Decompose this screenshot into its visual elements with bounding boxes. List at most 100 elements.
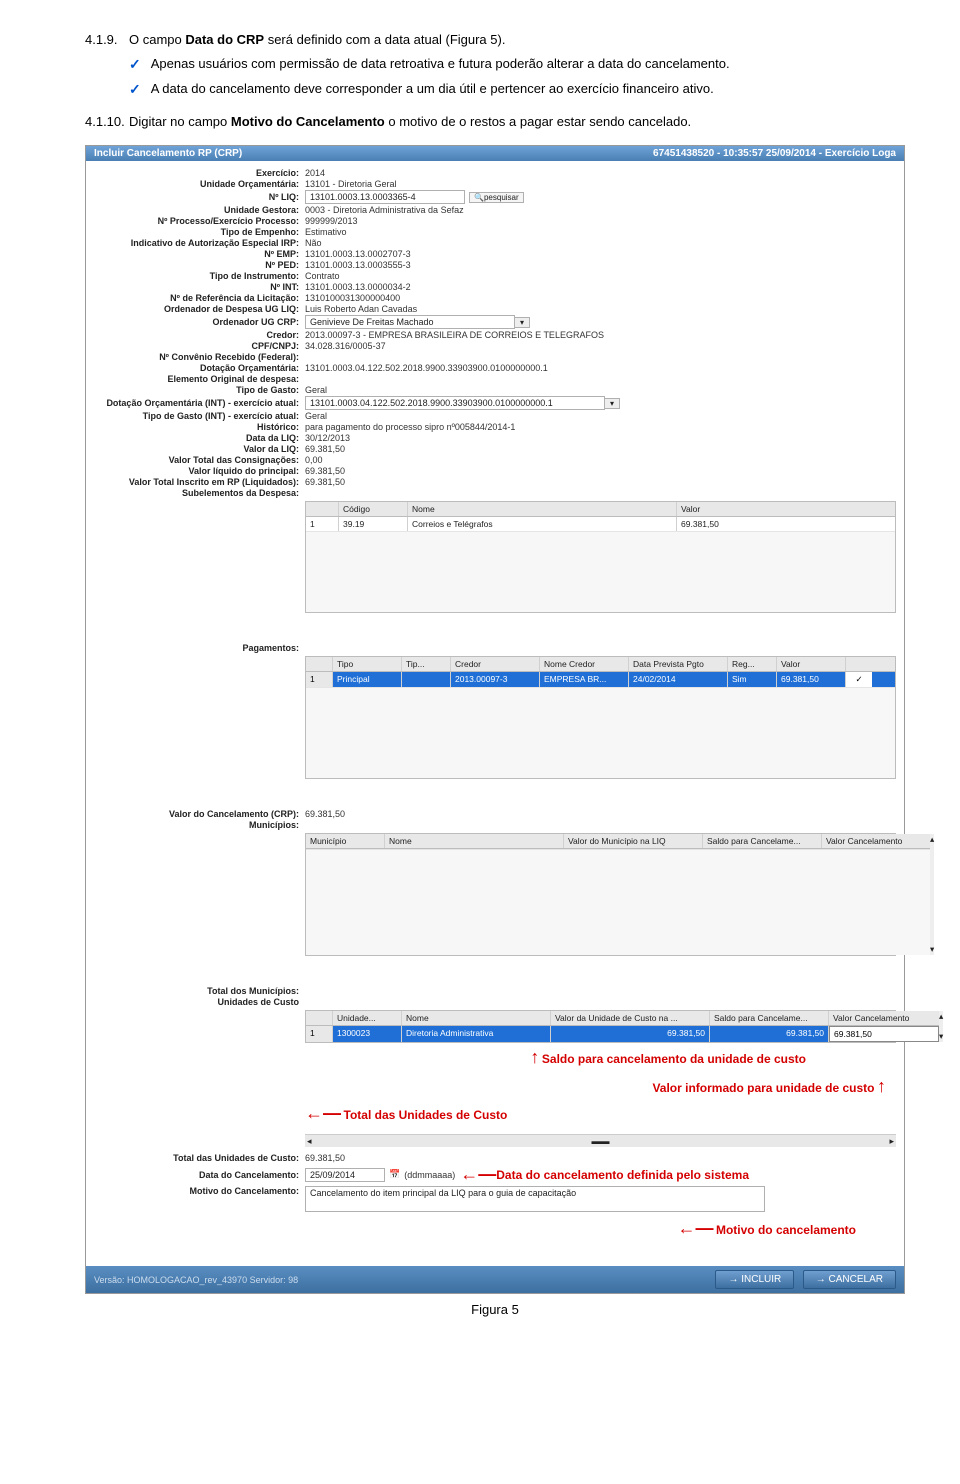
val-totuc: 69.381,50	[305, 1153, 345, 1163]
lbl-ug: Unidade Gestora:	[94, 205, 305, 215]
grid-subelementos: Código Nome Valor 1 39.19 Correios e Tel…	[305, 501, 896, 613]
val-nint: 13101.0003.13.0000034-2	[305, 282, 411, 292]
gh: Tip...	[402, 657, 451, 671]
bullet1-text: Apenas usuários com permissão de data re…	[151, 54, 730, 75]
textarea-motivo[interactable]: Cancelamento do item principal da LIQ pa…	[305, 1186, 765, 1212]
val-ordugliq: Luis Roberto Adan Cavadas	[305, 304, 417, 314]
val-tipogastoint: Geral	[305, 411, 327, 421]
bullet-1: ✓ Apenas usuários com permissão de data r…	[85, 54, 905, 75]
select-dotorcint[interactable]: 13101.0003.04.122.502.2018.9900.33903900…	[305, 396, 605, 410]
annot-saldo: ↑ Saldo para cancelamento da unidade de …	[305, 1047, 896, 1068]
lbl-tipoemp: Tipo de Empenho:	[94, 227, 305, 237]
annot-motivo: ←— Motivo do cancelamento	[94, 1218, 896, 1239]
grid-municipios: Município Nome Valor do Município na LIQ…	[305, 833, 896, 956]
gh: Credor	[451, 657, 540, 671]
gh: Valor	[677, 502, 805, 516]
lbl-valcrp: Valor do Cancelamento (CRP):	[94, 809, 305, 819]
lbl-pagamentos: Pagamentos:	[94, 643, 305, 653]
val-reflic: 1310100031300000400	[305, 293, 400, 303]
annot-data: Data do cancelamento definida pelo siste…	[496, 1168, 749, 1182]
table-row-selected[interactable]: 1 1300023 Diretoria Administrativa 69.38…	[306, 1026, 939, 1042]
gh: Valor Cancelamento	[822, 834, 930, 848]
scrollbar-v[interactable]: ▴▾	[939, 1011, 943, 1042]
lbl-valtotrp: Valor Total Inscrito em RP (Liquidados):	[94, 477, 305, 487]
scrollbar-v[interactable]: ▴▾	[930, 834, 934, 955]
table-row[interactable]: 1 39.19 Correios e Telégrafos 69.381,50	[306, 517, 895, 531]
lbl-indaut: Indicativo de Autorização Especial IRP:	[94, 238, 305, 248]
t2b: Motivo do Cancelamento	[231, 114, 385, 129]
sec-num: 4.1.9.	[85, 30, 129, 50]
lbl-hist: Histórico:	[94, 422, 305, 432]
val-exercicio: 2014	[305, 168, 325, 178]
gc: 2013.00097-3	[451, 672, 540, 687]
incluir-button[interactable]: → INCLUIR	[715, 1270, 794, 1289]
dropdown-icon[interactable]: ▾	[514, 317, 530, 328]
lbl-proc: Nº Processo/Exercício Processo:	[94, 216, 305, 226]
val-credor: 2013.00097-3 - EMPRESA BRASILEIRA DE COR…	[305, 330, 604, 340]
para-2: Digitar no campo Motivo do Cancelamento …	[129, 112, 691, 132]
lbl-valconsig: Valor Total das Consignações:	[94, 455, 305, 465]
input-liq[interactable]: 13101.0003.13.0003365-4	[305, 190, 465, 204]
gc: 1	[306, 672, 333, 687]
grid-unidadescusto: Unidade... Nome Valor da Unidade de Cust…	[305, 1010, 896, 1043]
gc: 69.381,50	[710, 1026, 829, 1042]
grid-pagamentos: Tipo Tip... Credor Nome Credor Data Prev…	[305, 656, 896, 779]
val-valliqprinc: 69.381,50	[305, 466, 345, 476]
input-valor-cancel[interactable]: 69.381,50	[829, 1026, 939, 1042]
lbl-tipogastoint: Tipo de Gasto (INT) - exercício atual:	[94, 411, 305, 421]
lbl-totuc: Total das Unidades de Custo:	[94, 1153, 305, 1163]
bullet2-text: A data do cancelamento deve corresponder…	[151, 79, 714, 100]
lbl-nped: Nº PED:	[94, 260, 305, 270]
arrow-left-icon: ←—	[460, 1164, 496, 1185]
footer-bar: Versão: HOMOLOGACAO_rev_43970 Servidor: …	[86, 1266, 904, 1293]
gh: Reg...	[728, 657, 777, 671]
t2a: Digitar no campo	[129, 114, 231, 129]
gh: Nome	[408, 502, 677, 516]
dropdown-icon[interactable]: ▾	[604, 398, 620, 409]
gc: 1	[306, 1026, 333, 1042]
calendar-icon[interactable]: 📅	[389, 1169, 400, 1180]
val-ug: 0003 - Diretoria Administrativa da Sefaz	[305, 205, 464, 215]
lbl-credor: Credor:	[94, 330, 305, 340]
gh: Saldo para Cancelame...	[710, 1011, 829, 1025]
gc: 39.19	[339, 517, 408, 531]
val-tipoemp: Estimativo	[305, 227, 347, 237]
lbl-dataliq: Data da LIQ:	[94, 433, 305, 443]
lbl-valorliq: Valor da LIQ:	[94, 444, 305, 454]
gh: Valor	[777, 657, 846, 671]
scrollbar-h[interactable]: ◂▬▬▸	[305, 1134, 896, 1147]
lbl-subel: Subelementos da Despesa:	[94, 488, 305, 498]
table-row-selected[interactable]: 1 Principal 2013.00097-3 EMPRESA BR... 2…	[306, 672, 895, 687]
arrow-left-icon: ←—	[677, 1218, 713, 1238]
lbl-ordugcrp: Ordenador UG CRP:	[94, 317, 305, 327]
gh: Saldo para Cancelame...	[703, 834, 822, 848]
select-ordugcrp[interactable]: Genivieve De Freitas Machado	[305, 315, 515, 329]
gh: Valor do Município na LIQ	[564, 834, 703, 848]
lbl-uo: Unidade Orçamentária:	[94, 179, 305, 189]
gh: Unidade...	[333, 1011, 402, 1025]
val-indaut: Não	[305, 238, 322, 248]
checkbox-icon[interactable]: ✓	[846, 672, 872, 687]
gh: Tipo	[333, 657, 402, 671]
sec-num-2: 4.1.10.	[85, 112, 129, 132]
lbl-totmun: Total dos Municípios:	[94, 986, 305, 996]
hint-datacanc: (ddmmaaaa)	[404, 1170, 455, 1180]
lbl-reflic: Nº de Referência da Licitação:	[94, 293, 305, 303]
lbl-tipoinst: Tipo de Instrumento:	[94, 271, 305, 281]
search-btn-text: pesquisar	[484, 193, 519, 202]
val-cpf: 34.028.316/0005-37	[305, 341, 386, 351]
cancelar-button[interactable]: → CANCELAR	[803, 1270, 896, 1289]
window-titlebar: Incluir Cancelamento RP (CRP) 6745143852…	[86, 146, 904, 161]
lbl-valliqprinc: Valor líquido do principal:	[94, 466, 305, 476]
figure-caption: Figura 5	[85, 1302, 905, 1317]
val-proc: 999999/2013	[305, 216, 358, 226]
gc: Principal	[333, 672, 402, 687]
t1b: Data do CRP	[185, 32, 264, 47]
input-datacanc[interactable]: 25/09/2014	[305, 1168, 385, 1182]
annot-total: ←— Total das Unidades de Custo	[305, 1103, 896, 1124]
para-1: O campo Data do CRP será definido com a …	[129, 30, 505, 50]
gh: Data Prevista Pgto	[629, 657, 728, 671]
lbl-ordugliq: Ordenador de Despesa UG LIQ:	[94, 304, 305, 314]
search-button[interactable]: 🔍pesquisar	[469, 192, 524, 203]
check-icon: ✓	[129, 54, 141, 75]
